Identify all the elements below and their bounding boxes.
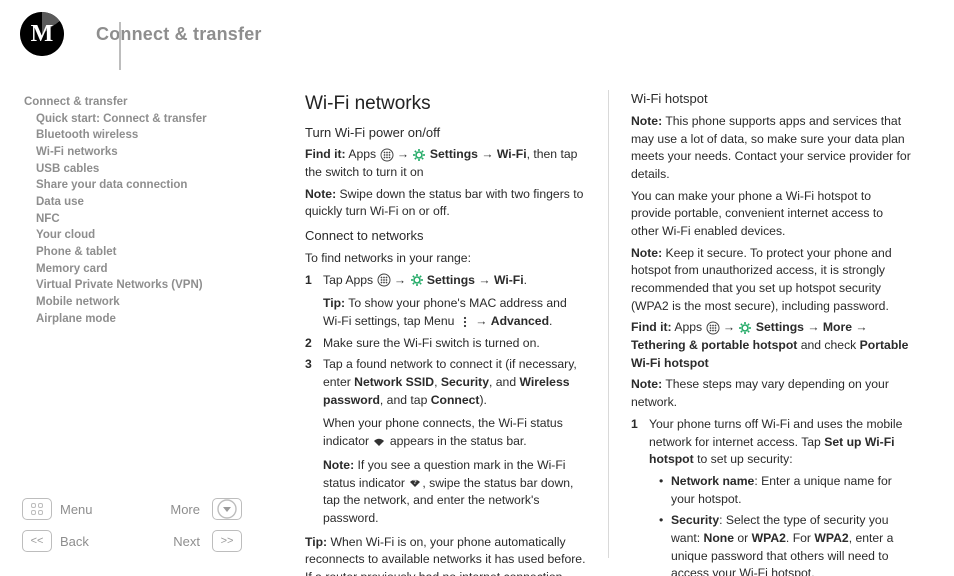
apps-icon bbox=[706, 321, 720, 335]
menu-label[interactable]: Menu bbox=[60, 502, 130, 517]
gear-icon bbox=[410, 273, 424, 287]
more-button[interactable] bbox=[212, 498, 242, 520]
note-swipe: Note: Swipe down the status bar with two… bbox=[305, 186, 586, 221]
step-3: 3 Tap a found network to connect it (if … bbox=[305, 356, 586, 527]
subheading-power: Turn Wi-Fi power on/off bbox=[305, 124, 586, 143]
hotspot-findit: Find it: Apps → Settings → More → Tether… bbox=[631, 319, 912, 372]
nav-item[interactable]: Airplane mode bbox=[24, 311, 273, 328]
nav-item[interactable]: Memory card bbox=[24, 261, 273, 278]
nav-item[interactable]: Data use bbox=[24, 194, 273, 211]
gear-icon bbox=[738, 321, 752, 335]
column-wifi-hotspot: Wi-Fi hotspot Note: This phone supports … bbox=[609, 90, 934, 558]
nav-root[interactable]: Connect & transfer bbox=[24, 94, 273, 111]
wifi-full-icon bbox=[372, 435, 386, 449]
wifi-question-icon bbox=[408, 476, 422, 490]
next-label[interactable]: Next bbox=[136, 534, 206, 549]
heading-wifi-networks: Wi-Fi networks bbox=[305, 90, 586, 118]
menu-icon bbox=[31, 503, 43, 515]
toc-nav: Connect & transfer Quick start: Connect … bbox=[24, 94, 273, 327]
gear-icon bbox=[412, 148, 426, 162]
nav-item[interactable]: Phone & tablet bbox=[24, 244, 273, 261]
connect-intro: To find networks in your range: bbox=[305, 250, 586, 268]
hotspot-note1: Note: This phone supports apps and servi… bbox=[631, 113, 912, 184]
step-3-note: Note: If you see a question mark in the … bbox=[323, 457, 586, 528]
tip-reconnect: Tip: When Wi-Fi is on, your phone automa… bbox=[305, 534, 586, 576]
nav-item[interactable]: Your cloud bbox=[24, 227, 273, 244]
bullet-security: Security: Select the type of security yo… bbox=[659, 512, 912, 576]
heading-hotspot: Wi-Fi hotspot bbox=[631, 90, 912, 109]
find-it-line: Find it: Apps → Settings → Wi-Fi, then t… bbox=[305, 146, 586, 181]
nav-item[interactable]: USB cables bbox=[24, 161, 273, 178]
step-3-when: When your phone connects, the Wi-Fi stat… bbox=[323, 415, 586, 450]
nav-item[interactable]: Share your data connection bbox=[24, 177, 273, 194]
bullet-network-name: Network name: Enter a unique name for yo… bbox=[659, 473, 912, 508]
more-label[interactable]: More bbox=[136, 502, 206, 517]
step-1-tip: Tip: To show your phone's MAC address an… bbox=[323, 295, 586, 330]
nav-item[interactable]: NFC bbox=[24, 211, 273, 228]
menu-dots-icon bbox=[458, 315, 472, 329]
back-button[interactable]: << bbox=[22, 530, 52, 552]
nav-item[interactable]: Quick start: Connect & transfer bbox=[24, 111, 273, 128]
nav-item[interactable]: Virtual Private Networks (VPN) bbox=[24, 277, 273, 294]
menu-button[interactable] bbox=[22, 498, 52, 520]
apps-icon bbox=[377, 273, 391, 287]
hotspot-note2: Note: Keep it secure. To protect your ph… bbox=[631, 245, 912, 316]
bottom-nav: Menu More << Back Next >> bbox=[22, 498, 260, 552]
hotspot-step-1: 1 Your phone turns off Wi-Fi and uses th… bbox=[631, 416, 912, 576]
next-button[interactable]: >> bbox=[212, 530, 242, 552]
subheading-connect: Connect to networks bbox=[305, 227, 586, 246]
step-2: 2Make sure the Wi-Fi switch is turned on… bbox=[305, 335, 586, 353]
column-wifi-networks: Wi-Fi networks Turn Wi-Fi power on/off F… bbox=[283, 90, 609, 558]
hotspot-note3: Note: These steps may vary depending on … bbox=[631, 376, 912, 411]
disc-down-icon bbox=[216, 498, 238, 520]
nav-item[interactable]: Mobile network bbox=[24, 294, 273, 311]
nav-item[interactable]: Wi-Fi networks bbox=[24, 144, 273, 161]
step-1: 1 Tap Apps → Settings → Wi-Fi. Tip: To s… bbox=[305, 272, 586, 331]
hotspot-p1: You can make your phone a Wi-Fi hotspot … bbox=[631, 188, 912, 241]
apps-icon bbox=[380, 148, 394, 162]
nav-item[interactable]: Bluetooth wireless bbox=[24, 127, 273, 144]
back-label[interactable]: Back bbox=[60, 534, 130, 549]
